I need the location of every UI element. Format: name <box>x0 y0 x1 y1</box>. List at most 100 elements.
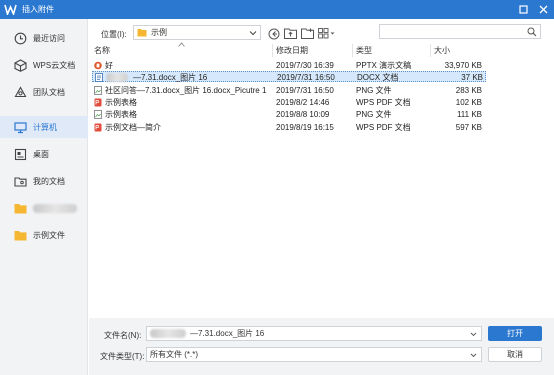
chevron-down-icon <box>249 31 257 36</box>
up-folder-icon <box>283 28 297 39</box>
back-button[interactable] <box>267 27 281 40</box>
desktop-icon <box>13 147 27 161</box>
file-size: 597 KB <box>455 123 482 132</box>
file-type: PPTX 演示文稿 <box>356 61 412 70</box>
sidebar-item-label: 桌面 <box>33 149 49 159</box>
file-modified: 2019/8/19 16:15 <box>276 123 334 132</box>
search-input[interactable] <box>379 24 541 39</box>
filetype-label: 文件类型(T): <box>100 352 145 361</box>
redacted-label <box>33 203 77 213</box>
pdf-file-icon <box>94 98 102 107</box>
column-divider[interactable] <box>352 44 353 57</box>
sidebar-item-redacted-folder[interactable] <box>0 197 88 219</box>
file-row-selected[interactable]: —7.31.docx_图片 16 2019/7/31 16:50 DOCX 文档… <box>92 71 486 83</box>
folder-icon <box>13 228 27 242</box>
file-size: 33,970 KB <box>444 61 482 70</box>
sidebar-item-team-docs[interactable]: 团队文档 <box>0 81 88 103</box>
file-row[interactable]: 示例文档—简介 2019/8/19 16:15 WPS PDF 文档 597 K… <box>92 122 486 133</box>
filename-input[interactable]: —7.31.docx_图片 16 <box>146 326 482 341</box>
file-modified: 2019/7/30 16:39 <box>276 61 334 70</box>
sidebar-item-label: 最近访问 <box>33 33 65 43</box>
file-row[interactable]: 社区问答—7.31.docx_图片 16.docx_Picutre 1 2019… <box>92 85 486 96</box>
pdf-file-icon <box>94 123 102 132</box>
png-file-icon <box>94 86 102 95</box>
redacted-name-prefix <box>106 72 132 83</box>
insert-attachment-dialog: 插入附件 最近访问 WPS云文档 团队文档 计算机 桌面 我的文档 示例文件 位… <box>0 0 554 375</box>
column-divider[interactable] <box>272 44 273 57</box>
sidebar-item-label: 我的文档 <box>33 176 65 186</box>
my-documents-icon <box>13 174 27 188</box>
location-label: 位置(I): <box>101 30 127 39</box>
sidebar-item-wps-cloud[interactable]: WPS云文档 <box>0 54 88 76</box>
file-modified: 2019/8/2 14:46 <box>276 98 330 107</box>
search-icon <box>527 27 537 37</box>
file-type: PNG 文件 <box>356 110 392 119</box>
column-divider[interactable] <box>430 44 431 57</box>
redacted-filename-prefix <box>150 329 186 338</box>
docx-file-icon <box>95 73 103 82</box>
sidebar-item-label: WPS云文档 <box>33 60 76 70</box>
sidebar: 最近访问 WPS云文档 团队文档 计算机 桌面 我的文档 示例文件 <box>0 19 88 375</box>
title-bar: 插入附件 <box>0 0 554 19</box>
column-header-modified[interactable]: 修改日期 <box>276 44 308 57</box>
location-value: 示例 <box>151 28 167 37</box>
chevron-down-icon <box>470 332 477 337</box>
cancel-button[interactable]: 取消 <box>488 347 542 362</box>
sidebar-item-label: 团队文档 <box>33 87 65 97</box>
folder-icon <box>137 29 147 37</box>
close-button[interactable] <box>534 0 552 19</box>
file-type: WPS PDF 文档 <box>356 98 411 107</box>
window-title: 插入附件 <box>22 5 54 14</box>
grid-view-icon <box>318 28 335 39</box>
wps-logo-icon <box>4 4 17 15</box>
sidebar-item-sample-files[interactable]: 示例文件 <box>0 224 88 246</box>
file-size: 283 KB <box>455 86 482 95</box>
file-size: 37 KB <box>461 73 483 82</box>
up-folder-button[interactable] <box>283 27 297 40</box>
chevron-down-icon <box>470 353 477 358</box>
file-name: 示例表格 <box>105 98 137 107</box>
file-type: WPS PDF 文档 <box>356 123 411 132</box>
close-icon <box>539 5 547 14</box>
open-button[interactable]: 打开 <box>488 326 542 341</box>
file-size: 102 KB <box>455 98 482 107</box>
file-modified: 2019/7/31 16:50 <box>276 86 334 95</box>
file-size: 111 KB <box>456 110 482 119</box>
file-type: PNG 文件 <box>356 86 392 95</box>
filetype-value: 所有文件 (*.*) <box>150 350 198 359</box>
team-icon <box>13 85 27 99</box>
sort-ascending-icon <box>178 42 185 47</box>
file-modified: 2019/7/31 16:50 <box>277 73 335 82</box>
file-name: 示例表格 <box>105 110 137 119</box>
maximize-icon <box>518 5 528 14</box>
back-arrow-icon <box>268 28 280 39</box>
sidebar-item-label: 计算机 <box>33 122 57 132</box>
file-row[interactable]: 示例表格 2019/8/8 10:09 PNG 文件 111 KB <box>92 109 486 120</box>
file-row[interactable]: 示例表格 2019/8/2 14:46 WPS PDF 文档 102 KB <box>92 97 486 108</box>
maximize-button[interactable] <box>514 0 532 19</box>
new-folder-button[interactable] <box>300 27 314 40</box>
sidebar-item-my-documents[interactable]: 我的文档 <box>0 170 88 192</box>
pptx-file-icon <box>94 61 102 70</box>
folder-icon <box>13 201 27 215</box>
new-folder-icon <box>300 28 314 39</box>
sidebar-item-recent[interactable]: 最近访问 <box>0 27 88 49</box>
png-file-icon <box>94 110 102 119</box>
clock-icon <box>13 31 27 45</box>
file-name: —7.31.docx_图片 16 <box>133 73 208 82</box>
filename-label: 文件名(N): <box>104 331 142 340</box>
column-header-size[interactable]: 大小 <box>434 44 450 57</box>
filename-value: —7.31.docx_图片 16 <box>190 329 265 338</box>
column-header-name[interactable]: 名称 <box>94 44 110 57</box>
column-header-type[interactable]: 类型 <box>356 44 372 57</box>
computer-icon <box>13 120 27 134</box>
location-dropdown[interactable]: 示例 <box>133 25 261 40</box>
cloud-box-icon <box>13 58 27 72</box>
sidebar-item-computer[interactable]: 计算机 <box>0 116 88 138</box>
file-row[interactable]: 好 2019/7/30 16:39 PPTX 演示文稿 33,970 KB <box>92 60 486 71</box>
sidebar-item-label: 示例文件 <box>33 230 65 240</box>
filetype-select[interactable]: 所有文件 (*.*) <box>146 347 482 362</box>
sidebar-item-desktop[interactable]: 桌面 <box>0 143 88 165</box>
view-mode-button[interactable] <box>318 27 336 40</box>
file-name: 社区问答—7.31.docx_图片 16.docx_Picutre 1 <box>105 86 267 95</box>
